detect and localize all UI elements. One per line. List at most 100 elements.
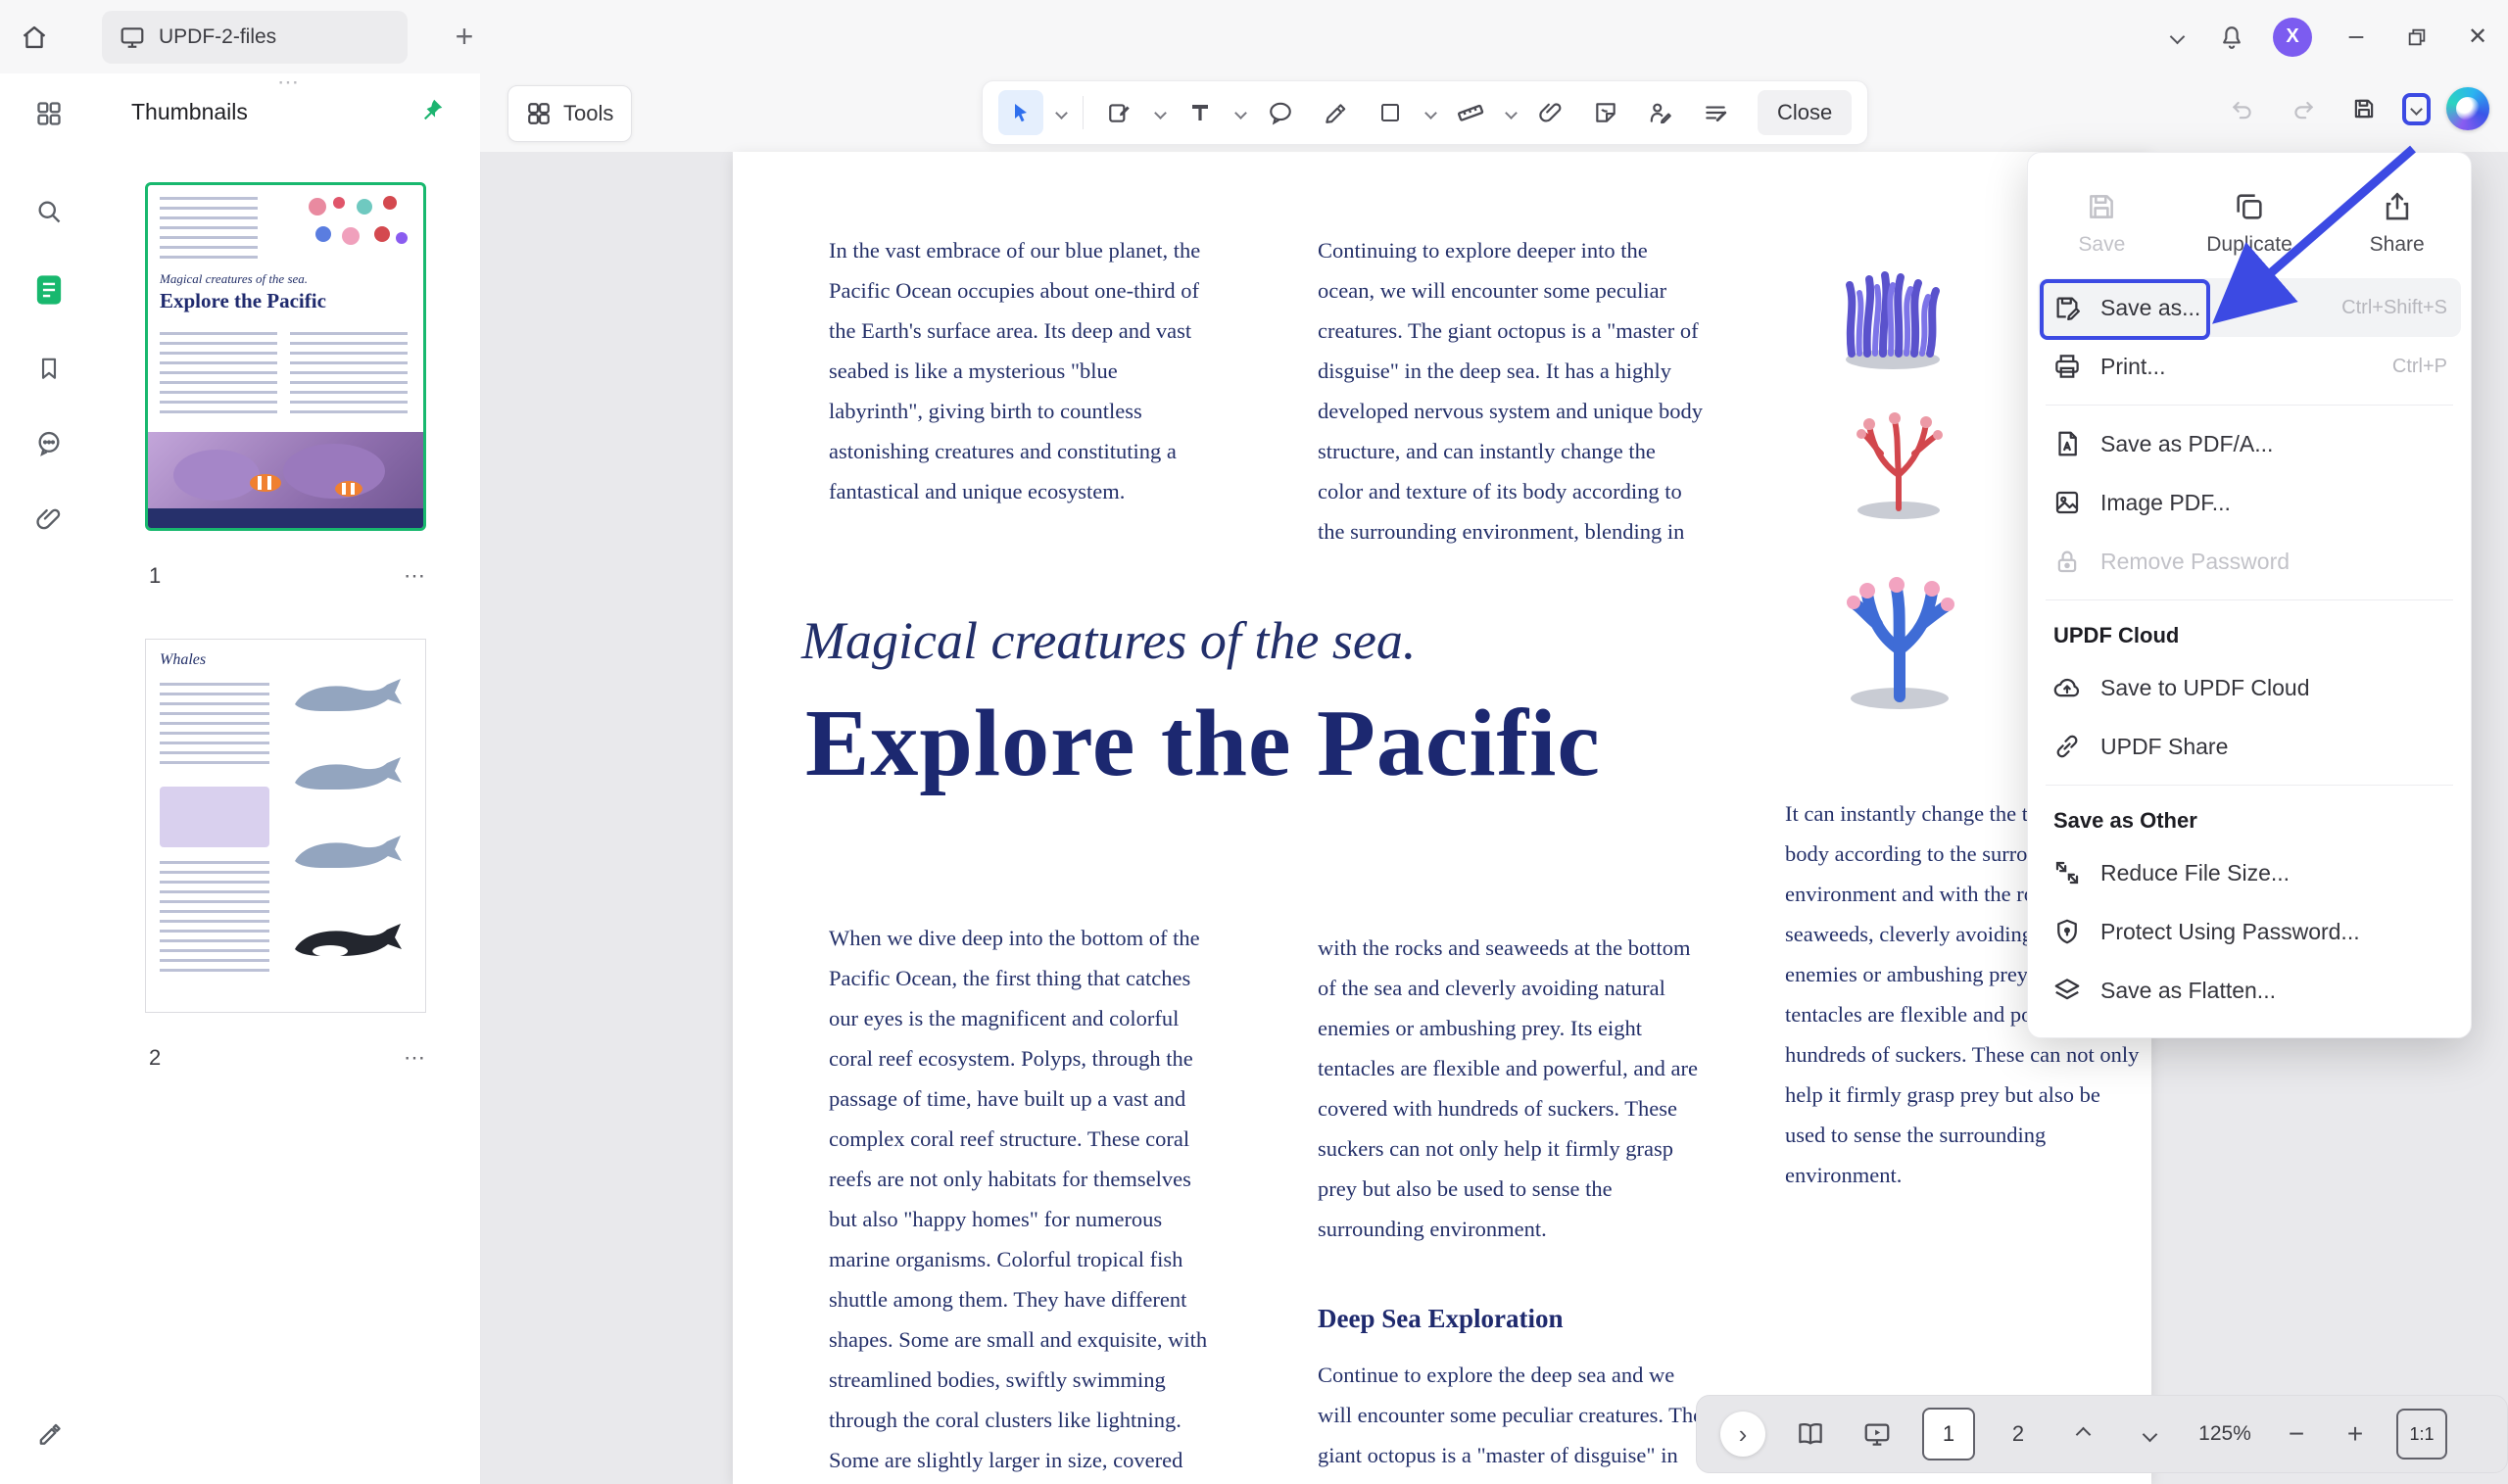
search-button[interactable]	[24, 187, 73, 236]
zoom-level[interactable]: 125%	[2194, 1422, 2255, 1446]
document-tab[interactable]: UPDF-2-files	[102, 11, 408, 64]
thumbnails-panel-button[interactable]	[24, 265, 73, 314]
edit-tool-dropdown[interactable]	[1152, 109, 1168, 118]
thumbnail-page-1[interactable]: Magical creatures of the sea. Explore th…	[145, 182, 426, 531]
avatar[interactable]: X	[2273, 18, 2312, 57]
pdf-page[interactable]: In the vast embrace of our blue planet, …	[733, 152, 2151, 1484]
menu-item-image-pdf[interactable]: Image PDF...	[2028, 473, 2471, 532]
menu-action-label: Duplicate	[2206, 233, 2292, 257]
menu-share-action[interactable]: Share	[2323, 168, 2471, 278]
shapes-tool-dropdown[interactable]	[1423, 109, 1438, 118]
home-button[interactable]	[0, 10, 69, 65]
highlighter-tool-button[interactable]	[1313, 90, 1358, 135]
close-window-button[interactable]: ✕	[2447, 10, 2508, 65]
minimize-button[interactable]	[2326, 10, 2387, 65]
panel-drag-handle[interactable]: ⋯	[98, 70, 480, 95]
menu-duplicate-action[interactable]: Duplicate	[2176, 168, 2324, 278]
ink-signature-button[interactable]	[24, 1408, 73, 1457]
menu-item-label: Protect Using Password...	[2100, 919, 2360, 945]
updf-ai-logo[interactable]	[2446, 87, 2489, 130]
page-number-current[interactable]: 1	[1922, 1408, 1975, 1460]
page-1-menu-button[interactable]: ⋯	[404, 563, 426, 589]
close-editing-button[interactable]: Close	[1758, 90, 1852, 135]
notifications-button[interactable]	[2204, 10, 2259, 65]
page-2-number: 2	[149, 1045, 161, 1071]
page-2-menu-button[interactable]: ⋯	[404, 1045, 426, 1071]
redact-tool-button[interactable]	[1693, 90, 1738, 135]
slideshow-mode-button[interactable]	[1856, 1412, 1899, 1456]
save-dropdown-menu: Save Duplicate Share Save as... Ctrl+Shi…	[2027, 152, 2472, 1038]
menu-item-save-to-updf-cloud[interactable]: Save to UPDF Cloud	[2028, 658, 2471, 717]
save-button[interactable]	[2341, 86, 2387, 131]
menu-item-remove-password[interactable]: Remove Password	[2028, 532, 2471, 591]
doc-subheading: Deep Sea Exploration	[1318, 1304, 1564, 1334]
select-tool-button[interactable]	[998, 90, 1043, 135]
thumb1-photo-strip	[148, 508, 423, 528]
doc-col1-para1: In the vast embrace of our blue planet, …	[829, 230, 1216, 511]
menu-item-shortcut: Ctrl+P	[2392, 356, 2447, 378]
select-tool-dropdown[interactable]	[1053, 109, 1069, 118]
menu-item-label: Remove Password	[2100, 549, 2290, 575]
shapes-tool-button[interactable]	[1368, 90, 1413, 135]
thumb2-whale-illustrations	[291, 675, 413, 988]
measure-tool-dropdown[interactable]	[1503, 109, 1519, 118]
undo-button[interactable]	[2220, 86, 2265, 131]
page-1-number: 1	[149, 563, 161, 589]
menu-item-print[interactable]: Print... Ctrl+P	[2028, 337, 2471, 396]
save-icon	[2351, 96, 2377, 121]
thumbnail-page-2[interactable]: Whales	[145, 639, 426, 1013]
restore-button[interactable]	[2387, 10, 2447, 65]
menu-item-label: Save as Flatten...	[2100, 978, 2276, 1004]
bookmarks-button[interactable]	[24, 344, 73, 393]
menu-item-reduce-file-size[interactable]: Reduce File Size...	[2028, 843, 2471, 902]
image-doc-icon	[2051, 488, 2083, 517]
thumb1-coral-images	[296, 193, 413, 263]
expand-statusbar-button[interactable]: ›	[1720, 1412, 1765, 1457]
redo-button[interactable]	[2281, 86, 2326, 131]
right-toolbar	[2220, 86, 2489, 131]
save-dropdown-button[interactable]	[2402, 93, 2431, 125]
flatten-layers-icon	[2051, 976, 2083, 1005]
comments-button[interactable]	[24, 418, 73, 467]
text-tool-dropdown[interactable]	[1232, 109, 1248, 118]
next-page-button[interactable]	[2128, 1412, 2171, 1456]
tab-title: UPDF-2-files	[159, 25, 276, 49]
zoom-out-button[interactable]: −	[2279, 1418, 2314, 1450]
edit-tool-button[interactable]	[1097, 90, 1142, 135]
menu-item-protect-using-password[interactable]: Protect Using Password...	[2028, 902, 2471, 961]
new-tab-button[interactable]: +	[443, 16, 486, 59]
zoom-in-button[interactable]: +	[2338, 1418, 2373, 1450]
text-tool-button[interactable]	[1178, 90, 1223, 135]
menu-item-updf-share[interactable]: UPDF Share	[2028, 717, 2471, 776]
doc-main-heading: Explore the Pacific	[805, 689, 1601, 798]
actual-size-button[interactable]: 1:1	[2396, 1409, 2447, 1460]
compress-icon	[2051, 858, 2083, 887]
collapse-toolbar-button[interactable]	[2149, 10, 2204, 65]
doc-script-heading: Magical creatures of the sea.	[801, 610, 1416, 671]
signature-tool-button[interactable]	[1638, 90, 1683, 135]
tools-button[interactable]: Tools	[507, 85, 632, 142]
printer-icon	[2051, 352, 2083, 381]
thumb1-main-heading: Explore the Pacific	[160, 289, 326, 313]
pin-icon[interactable]	[419, 97, 445, 122]
toolbar-divider	[1083, 96, 1084, 129]
menu-item-save-as-pdfa[interactable]: Save as PDF/A...	[2028, 414, 2471, 473]
menu-save-action[interactable]: Save	[2028, 168, 2176, 278]
apps-grid-button[interactable]	[24, 89, 73, 138]
menu-item-shortcut: Ctrl+Shift+S	[2341, 297, 2447, 319]
thumb2-heading: Whales	[160, 651, 206, 669]
blue-coral-image	[1807, 555, 1993, 712]
previous-page-button[interactable]	[2061, 1412, 2104, 1456]
sticker-tool-button[interactable]	[1583, 90, 1628, 135]
square-icon	[1378, 101, 1402, 124]
undo-icon	[2230, 96, 2255, 121]
attachments-button[interactable]	[24, 495, 73, 544]
comment-tool-button[interactable]	[1258, 90, 1303, 135]
measure-tool-button[interactable]	[1448, 90, 1493, 135]
editing-toolbar: Close	[982, 80, 1868, 145]
menu-item-save-as[interactable]: Save as... Ctrl+Shift+S	[2038, 278, 2461, 337]
attach-tool-button[interactable]	[1528, 90, 1573, 135]
reader-mode-button[interactable]	[1789, 1412, 1832, 1456]
page-number-next[interactable]: 2	[1999, 1421, 2038, 1447]
menu-item-save-as-flatten[interactable]: Save as Flatten...	[2028, 961, 2471, 1020]
